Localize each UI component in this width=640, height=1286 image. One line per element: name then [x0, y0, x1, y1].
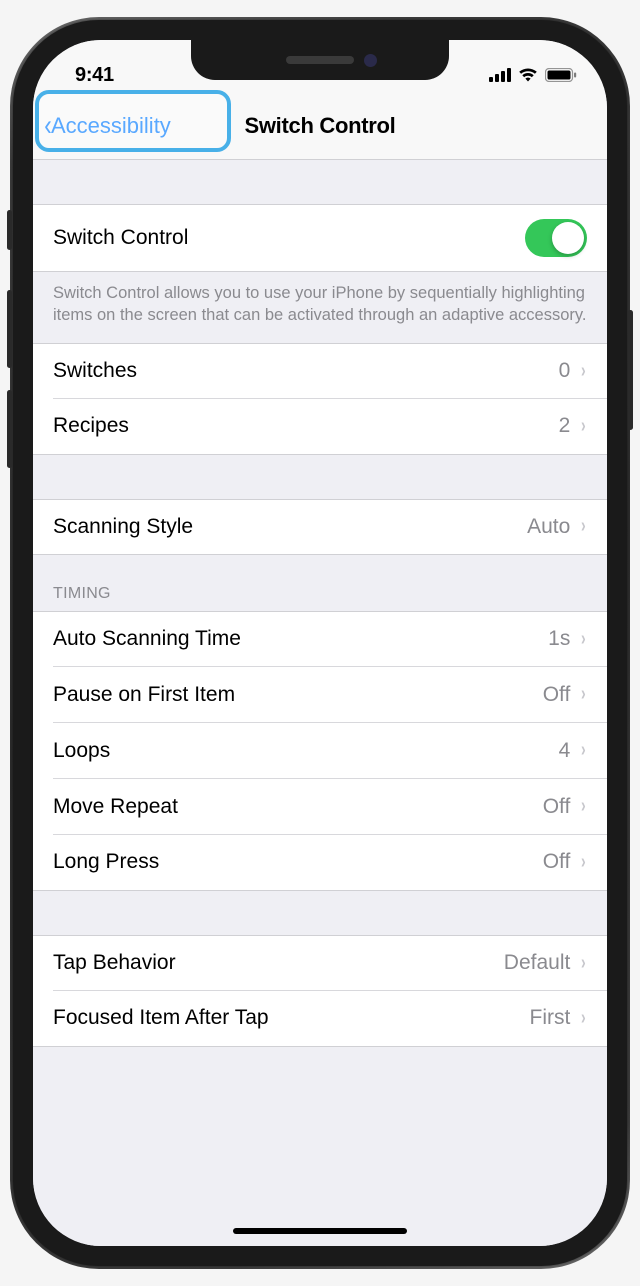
volume-up-button — [7, 290, 12, 368]
cell-value: Off — [543, 683, 571, 707]
notch — [191, 40, 449, 80]
cell-label: Long Press — [53, 850, 159, 874]
chevron-left-icon: ‹ — [44, 109, 52, 143]
chevron-right-icon: › — [581, 515, 586, 538]
cell-label: Move Repeat — [53, 795, 178, 819]
cell-value: First — [530, 1006, 571, 1030]
cell-label: Focused Item After Tap — [53, 1006, 269, 1030]
cell-label: Pause on First Item — [53, 683, 235, 707]
home-indicator[interactable] — [233, 1228, 407, 1234]
status-time: 9:41 — [75, 64, 114, 87]
cell-label: Auto Scanning Time — [53, 627, 241, 651]
cell-label: Scanning Style — [53, 515, 193, 539]
chevron-right-icon: › — [581, 415, 586, 438]
speaker-grille — [286, 56, 354, 64]
back-button[interactable]: ‹ Accessibility — [39, 105, 179, 147]
cell-scanning-style[interactable]: Scanning Style Auto › — [33, 499, 607, 555]
cell-loops[interactable]: Loops 4 › — [33, 723, 607, 779]
chevron-right-icon: › — [581, 360, 586, 383]
navigation-bar: ‹ Accessibility Switch Control — [33, 92, 607, 160]
group-footer: Switch Control allows you to use your iP… — [33, 272, 607, 343]
cell-value: Auto — [527, 515, 570, 539]
wifi-icon — [518, 68, 538, 82]
cell-value: 1s — [548, 627, 570, 651]
front-camera — [364, 54, 377, 67]
cell-value: 2 — [559, 414, 571, 438]
settings-content[interactable]: Switch Control Switch Control allows you… — [33, 160, 607, 1246]
chevron-right-icon: › — [581, 628, 586, 651]
cell-value: Default — [504, 951, 571, 975]
back-button-label: Accessibility — [51, 113, 171, 139]
cell-value: Off — [543, 795, 571, 819]
chevron-right-icon: › — [581, 739, 586, 762]
chevron-right-icon: › — [581, 795, 586, 818]
cell-label: Loops — [53, 739, 110, 763]
chevron-right-icon: › — [581, 952, 586, 975]
cell-label: Recipes — [53, 414, 129, 438]
cell-recipes[interactable]: Recipes 2 › — [33, 399, 607, 455]
cell-tap-behavior[interactable]: Tap Behavior Default › — [33, 935, 607, 991]
mute-switch — [7, 210, 12, 250]
cell-label: Switches — [53, 359, 137, 383]
cell-pause-on-first-item[interactable]: Pause on First Item Off › — [33, 667, 607, 723]
battery-icon — [545, 68, 577, 82]
cell-value: Off — [543, 850, 571, 874]
chevron-right-icon: › — [581, 1007, 586, 1030]
cell-auto-scanning-time[interactable]: Auto Scanning Time 1s › — [33, 611, 607, 667]
screen: 9:41 — [33, 40, 607, 1246]
phone-frame: 9:41 — [13, 20, 627, 1266]
chevron-right-icon: › — [581, 851, 586, 874]
volume-down-button — [7, 390, 12, 468]
cell-value: 4 — [559, 739, 571, 763]
cell-value: 0 — [559, 359, 571, 383]
cell-switches[interactable]: Switches 0 › — [33, 343, 607, 399]
cell-label: Switch Control — [53, 226, 188, 250]
cell-label: Tap Behavior — [53, 951, 176, 975]
status-icons — [489, 68, 577, 82]
switch-control-toggle[interactable] — [525, 219, 587, 257]
cellular-signal-icon — [489, 68, 511, 82]
section-header-timing: TIMING — [33, 555, 607, 611]
chevron-right-icon: › — [581, 683, 586, 706]
cell-focused-item-after-tap[interactable]: Focused Item After Tap First › — [33, 991, 607, 1047]
cell-long-press[interactable]: Long Press Off › — [33, 835, 607, 891]
cell-move-repeat[interactable]: Move Repeat Off › — [33, 779, 607, 835]
cell-switch-control-toggle[interactable]: Switch Control — [33, 204, 607, 272]
toggle-knob — [552, 222, 584, 254]
side-button — [628, 310, 633, 430]
page-title: Switch Control — [244, 113, 395, 139]
